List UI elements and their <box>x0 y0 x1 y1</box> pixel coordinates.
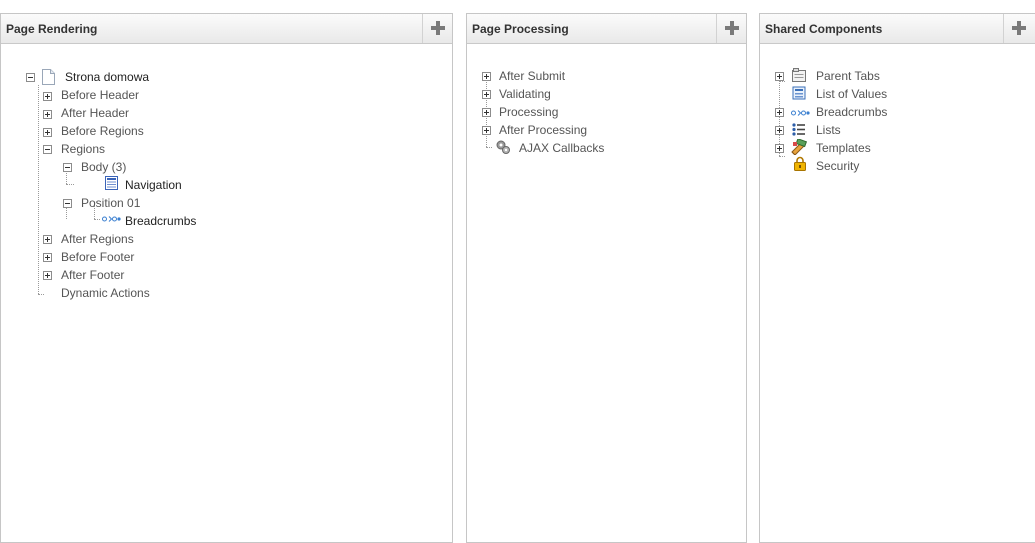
page-processing-tree: After Submit Validating Processing After… <box>467 44 746 542</box>
after-regions-toggle[interactable] <box>43 235 52 244</box>
before-footer-node[interactable]: Before Footer <box>61 249 134 265</box>
gears-icon <box>496 140 510 154</box>
plus-icon <box>1012 21 1026 35</box>
shared-components-tree: Parent Tabs List of Values Breadcrumbs L… <box>760 44 1035 542</box>
templates-node[interactable]: Templates <box>816 140 871 156</box>
lists-node[interactable]: Lists <box>816 122 841 138</box>
plus-icon <box>725 21 739 35</box>
page-node[interactable]: Strona domowa <box>65 69 149 85</box>
shared-components-header: Shared Components <box>760 14 1035 44</box>
breadcrumbs-region-node[interactable]: Breadcrumbs <box>125 213 196 229</box>
breadcrumbs-toggle[interactable] <box>775 108 784 117</box>
list-of-values-node[interactable]: List of Values <box>816 86 887 102</box>
shared-components-panel: Shared Components Parent Tabs List of Va… <box>759 13 1035 543</box>
shared-components-add-button[interactable] <box>1003 14 1033 43</box>
templates-icon <box>791 139 807 155</box>
body-region-node[interactable]: Body (3) <box>81 159 126 175</box>
lists-toggle[interactable] <box>775 126 784 135</box>
after-processing-node[interactable]: After Processing <box>499 122 587 138</box>
page-rendering-tree: Strona domowa Before Header After Header… <box>1 44 452 542</box>
breadcrumbs-node[interactable]: Breadcrumbs <box>816 104 887 120</box>
processing-toggle[interactable] <box>482 108 491 117</box>
position01-node[interactable]: Position 01 <box>81 195 140 211</box>
before-regions-node[interactable]: Before Regions <box>61 123 144 139</box>
page-rendering-panel: Page Rendering Strona domowa Before Head… <box>0 13 453 543</box>
after-submit-toggle[interactable] <box>482 72 491 81</box>
breadcrumb-icon <box>102 216 121 222</box>
page-collapse-toggle[interactable] <box>26 73 35 82</box>
page-rendering-add-button[interactable] <box>422 14 452 43</box>
parent-tabs-node[interactable]: Parent Tabs <box>816 68 880 84</box>
page-processing-panel: Page Processing After Submit Validating … <box>466 13 747 543</box>
list-region-icon <box>105 176 118 190</box>
processing-node[interactable]: Processing <box>499 104 558 120</box>
ajax-callbacks-node[interactable]: AJAX Callbacks <box>519 140 604 156</box>
page-rendering-header: Page Rendering <box>1 14 452 44</box>
after-submit-node[interactable]: After Submit <box>499 68 565 84</box>
after-header-toggle[interactable] <box>43 110 52 119</box>
before-regions-toggle[interactable] <box>43 128 52 137</box>
page-processing-title: Page Processing <box>472 22 569 36</box>
position01-toggle[interactable] <box>63 199 72 208</box>
body-toggle[interactable] <box>63 163 72 172</box>
shared-components-title: Shared Components <box>765 22 883 36</box>
after-footer-toggle[interactable] <box>43 271 52 280</box>
validating-toggle[interactable] <box>482 90 491 99</box>
after-regions-node[interactable]: After Regions <box>61 231 134 247</box>
before-footer-toggle[interactable] <box>43 253 52 262</box>
page-icon <box>42 69 55 85</box>
lists-icon <box>792 123 805 136</box>
regions-node[interactable]: Regions <box>61 141 105 157</box>
plus-icon <box>431 21 445 35</box>
regions-toggle[interactable] <box>43 145 52 154</box>
after-processing-toggle[interactable] <box>482 126 491 135</box>
before-header-toggle[interactable] <box>43 92 52 101</box>
validating-node[interactable]: Validating <box>499 86 551 102</box>
navigation-region-node[interactable]: Navigation <box>125 177 182 193</box>
breadcrumb-icon <box>791 110 810 116</box>
dynamic-actions-node[interactable]: Dynamic Actions <box>61 285 150 301</box>
page-rendering-title: Page Rendering <box>6 22 98 36</box>
before-header-node[interactable]: Before Header <box>61 87 139 103</box>
page-processing-add-button[interactable] <box>716 14 746 43</box>
after-header-node[interactable]: After Header <box>61 105 129 121</box>
security-node[interactable]: Security <box>816 158 859 174</box>
parent-tabs-toggle[interactable] <box>775 72 784 81</box>
lock-icon <box>794 156 806 171</box>
tabs-icon <box>792 68 806 82</box>
page-processing-header: Page Processing <box>467 14 746 44</box>
templates-toggle[interactable] <box>775 144 784 153</box>
list-of-values-icon <box>792 86 806 100</box>
after-footer-node[interactable]: After Footer <box>61 267 124 283</box>
